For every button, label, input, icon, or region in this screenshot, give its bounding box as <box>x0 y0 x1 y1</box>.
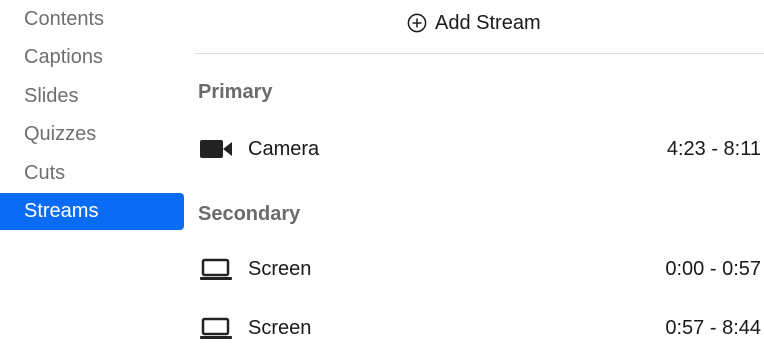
stream-row-camera[interactable]: Camera 4:23 - 8:11 <box>195 129 764 169</box>
sidebar-item-streams[interactable]: Streams <box>0 193 184 230</box>
sidebar: Contents Captions Slides Quizzes Cuts St… <box>0 0 184 345</box>
section-header-primary: Primary <box>198 81 273 103</box>
section-header-secondary: Secondary <box>198 203 301 225</box>
stream-time-range: 0:57 - 8:44 <box>665 317 761 339</box>
add-stream-label: Add Stream <box>435 11 541 34</box>
video-camera-icon <box>200 140 232 158</box>
laptop-icon <box>200 258 232 280</box>
sidebar-item-cuts[interactable]: Cuts <box>0 155 184 192</box>
laptop-icon <box>200 317 232 339</box>
plus-circle-icon <box>407 13 427 33</box>
add-stream-button[interactable]: Add Stream <box>407 6 541 40</box>
stream-name: Camera <box>248 138 320 160</box>
stream-row-screen[interactable]: Screen 0:00 - 0:57 <box>195 249 764 289</box>
sidebar-item-quizzes[interactable]: Quizzes <box>0 116 184 153</box>
sidebar-item-contents[interactable]: Contents <box>0 1 184 38</box>
streams-panel: Add Stream Primary Camera 4:23 - 8:11 Se… <box>195 0 764 345</box>
stream-row-screen[interactable]: Screen 0:57 - 8:44 <box>195 308 764 348</box>
stream-name: Screen <box>248 258 312 280</box>
sidebar-item-captions[interactable]: Captions <box>0 39 184 76</box>
divider <box>195 53 764 54</box>
stream-time-range: 0:00 - 0:57 <box>665 258 761 280</box>
stream-time-range: 4:23 - 8:11 <box>666 138 761 160</box>
stream-name: Screen <box>248 317 312 339</box>
sidebar-item-slides[interactable]: Slides <box>0 78 184 115</box>
